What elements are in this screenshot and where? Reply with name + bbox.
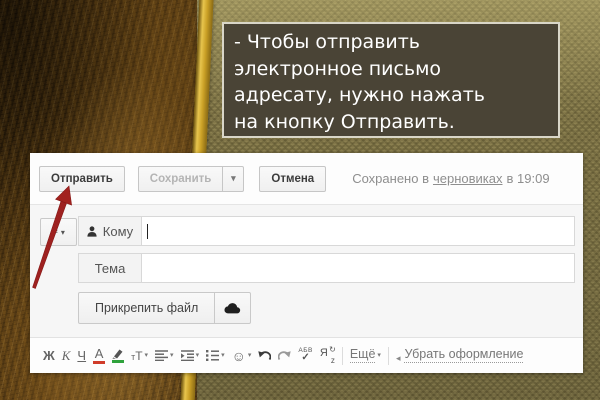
chevron-down-icon: ▾ xyxy=(61,228,65,237)
chevron-down-icon: ▾ xyxy=(248,352,252,359)
draft-status: Сохранено в черновиках в 19:09 xyxy=(352,171,549,186)
emoji-button[interactable]: ☺ ▾ xyxy=(232,349,252,363)
to-field-row: Кому xyxy=(78,216,575,246)
subject-input[interactable] xyxy=(142,253,575,283)
bold-button[interactable]: Ж xyxy=(43,349,55,362)
font-size-big-letter: T xyxy=(135,350,142,362)
compose-button-row: Отправить Сохранить ▾ Отмена Сохранено в… xyxy=(30,153,583,204)
highlight-swatch xyxy=(112,360,124,363)
translate-sub-letter: z xyxy=(331,357,335,365)
more-options-button[interactable]: Ещё ▾ xyxy=(350,348,381,363)
redo-icon xyxy=(278,350,291,361)
chevron-down-icon: ▾ xyxy=(377,352,381,359)
translate-button[interactable]: Я ↻ z xyxy=(320,348,335,364)
translate-letter: Я xyxy=(320,348,328,359)
translate-icon: Я ↻ z xyxy=(320,348,335,364)
subject-label-button[interactable]: Тема xyxy=(78,253,142,283)
undo-button[interactable] xyxy=(258,350,271,361)
note-line: адресату, нужно нажать xyxy=(234,82,558,109)
spellcheck-button[interactable]: АБВ ✓ xyxy=(298,348,312,364)
send-button[interactable]: Отправить xyxy=(39,166,125,192)
insert-from-drive-button[interactable] xyxy=(215,292,251,324)
text-color-letter: A xyxy=(95,347,104,360)
text-color-swatch xyxy=(93,361,105,364)
draft-status-prefix: Сохранено в xyxy=(352,171,429,186)
chevron-down-icon: ▾ xyxy=(170,352,174,359)
tutorial-slide: - Чтобы отправить электронное письмо адр… xyxy=(0,0,600,400)
drafts-link[interactable]: черновиках xyxy=(433,171,503,186)
attach-button-group: Прикрепить файл xyxy=(78,292,251,324)
undo-icon xyxy=(258,350,271,361)
numbered-list-button[interactable]: ▾ xyxy=(206,350,225,361)
remove-formatting-button[interactable]: ◂ Убрать оформление xyxy=(396,348,524,363)
align-icon xyxy=(155,350,168,361)
indent-button[interactable]: ▾ xyxy=(181,350,200,361)
cloud-icon xyxy=(224,302,241,314)
note-line: электронное письмо xyxy=(234,56,558,83)
redo-button[interactable] xyxy=(278,350,291,361)
list-icon: ≡ xyxy=(52,227,58,237)
cancel-button[interactable]: Отмена xyxy=(259,166,326,192)
smiley-icon: ☺ xyxy=(232,349,246,363)
chevron-down-icon: ▾ xyxy=(145,352,149,359)
highlighter-icon xyxy=(112,349,124,359)
note-line: - Чтобы отправить xyxy=(234,29,558,56)
triangle-left-icon: ◂ xyxy=(396,354,401,363)
remove-formatting-label: Убрать оформление xyxy=(404,348,523,363)
check-icon: ✓ xyxy=(301,353,309,363)
subject-field-row: Тема xyxy=(78,253,575,283)
recipients-options-button[interactable]: ≡ ▾ xyxy=(40,218,77,246)
text-color-button[interactable]: A xyxy=(93,347,105,364)
to-input[interactable] xyxy=(142,216,575,246)
save-button[interactable]: Сохранить xyxy=(138,166,224,192)
rotate-arrow-icon: ↻ xyxy=(329,346,336,354)
underline-button[interactable]: Ч xyxy=(77,349,86,362)
toolbar-divider xyxy=(388,347,389,365)
compose-form-area: ≡ ▾ Кому Тема Прикрепить файл xyxy=(30,204,583,337)
to-label: Кому xyxy=(103,224,133,239)
note-box: - Чтобы отправить электронное письмо адр… xyxy=(222,22,560,138)
note-line: на кнопку Отправить. xyxy=(234,109,558,136)
chevron-down-icon: ▾ xyxy=(221,352,225,359)
chevron-down-icon: ▾ xyxy=(196,352,200,359)
toolbar-divider xyxy=(342,347,343,365)
formatting-toolbar: Ж К Ч A тT▾ ▾ ▾ xyxy=(30,337,583,373)
text-cursor xyxy=(147,224,148,239)
chevron-down-icon: ▾ xyxy=(231,173,236,184)
spellcheck-icon: АБВ ✓ xyxy=(298,348,312,364)
attach-file-button[interactable]: Прикрепить файл xyxy=(78,292,215,324)
more-label: Ещё xyxy=(350,348,376,363)
font-size-button[interactable]: тT▾ xyxy=(131,350,148,362)
attach-file-label: Прикрепить файл xyxy=(95,301,198,315)
to-label-button[interactable]: Кому xyxy=(78,216,142,246)
person-icon xyxy=(87,226,97,237)
numbered-list-icon xyxy=(206,350,219,361)
align-button[interactable]: ▾ xyxy=(155,350,174,361)
subject-label: Тема xyxy=(95,261,126,276)
highlight-button[interactable] xyxy=(112,349,124,363)
compose-window: Отправить Сохранить ▾ Отмена Сохранено в… xyxy=(30,153,583,373)
indent-icon xyxy=(181,350,194,361)
italic-button[interactable]: К xyxy=(62,349,71,362)
save-dropdown-button[interactable]: ▾ xyxy=(222,166,244,192)
draft-status-time: в 19:09 xyxy=(507,171,550,186)
